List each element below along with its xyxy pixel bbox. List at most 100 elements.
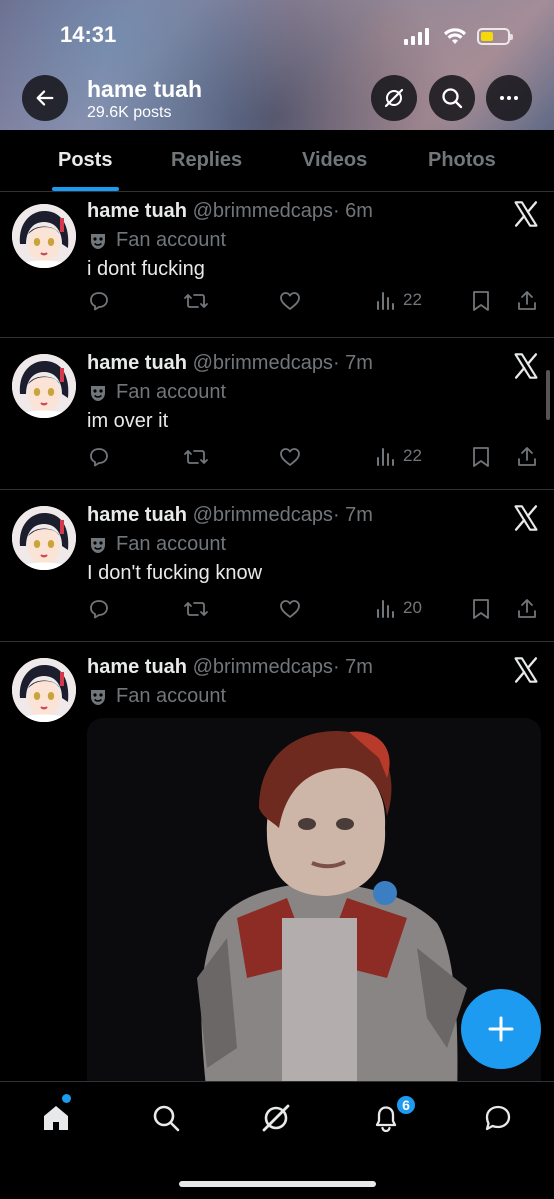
avatar-image (12, 658, 76, 722)
notifications-badge: 6 (395, 1094, 417, 1116)
more-icon (500, 96, 518, 100)
views-button[interactable]: 22 (375, 289, 422, 311)
post-time: · 7m (332, 504, 373, 526)
home-indicator[interactable] (179, 1181, 376, 1187)
grok-icon (262, 1104, 290, 1132)
heart-icon (280, 448, 300, 466)
author-name[interactable]: hame tuah (87, 352, 187, 374)
author-handle[interactable]: @brimmedcaps (193, 352, 333, 374)
grok-button[interactable] (371, 75, 417, 121)
avatar[interactable] (12, 658, 76, 722)
repost-button[interactable] (183, 445, 209, 469)
author-name[interactable]: hame tuah (87, 200, 187, 222)
fan-account-text: Fan account (116, 685, 227, 707)
author-handle[interactable]: @brimmedcaps (193, 656, 333, 678)
share-icon (518, 447, 536, 466)
x-logo-icon (514, 505, 538, 531)
post-time: · 7m (332, 656, 373, 678)
avatar-image (12, 506, 76, 570)
repost-icon (184, 602, 208, 616)
reply-button[interactable] (87, 289, 111, 313)
reply-button[interactable] (87, 445, 111, 469)
fan-account-text: Fan account (116, 381, 227, 403)
compose-post-button[interactable] (461, 989, 541, 1069)
theater-mask-icon (91, 385, 105, 401)
profile-title-block: hame tuah 29.6K posts (87, 76, 202, 122)
x-logo-icon (514, 201, 538, 227)
bookmark-button[interactable] (470, 445, 492, 469)
x-logo-icon (514, 353, 538, 379)
post-item[interactable]: hame tuah @brimmedcaps· 7m Fan account I… (0, 490, 554, 642)
avatar[interactable] (12, 204, 76, 268)
scrollbar[interactable] (546, 370, 550, 420)
reply-icon (90, 600, 108, 619)
view-count: 22 (403, 290, 422, 309)
fan-account-text: Fan account (116, 533, 227, 555)
like-button[interactable] (278, 597, 302, 621)
author-name[interactable]: hame tuah (87, 656, 187, 678)
bookmark-button[interactable] (470, 289, 492, 313)
author-name[interactable]: hame tuah (87, 504, 187, 526)
view-count: 20 (403, 598, 422, 617)
share-button[interactable] (515, 289, 539, 313)
avatar[interactable] (12, 354, 76, 418)
active-tab-indicator (52, 187, 119, 191)
post-header: hame tuah @brimmedcaps· 7m (87, 352, 373, 375)
nav-explore[interactable] (148, 1100, 184, 1136)
home-icon (44, 1106, 68, 1130)
author-handle[interactable]: @brimmedcaps (193, 504, 333, 526)
theater-mask-icon (91, 233, 105, 249)
post-header: hame tuah @brimmedcaps· 6m (87, 200, 373, 223)
post-item[interactable]: hame tuah @brimmedcaps· 7m Fan account i… (0, 338, 554, 490)
nav-grok[interactable] (258, 1100, 294, 1136)
views-button[interactable]: 20 (375, 597, 422, 619)
bookmark-button[interactable] (470, 597, 492, 621)
fan-account-label: Fan account (88, 381, 226, 404)
fan-account-label: Fan account (88, 685, 226, 708)
repost-button[interactable] (183, 289, 209, 313)
author-handle[interactable]: @brimmedcaps (193, 200, 333, 222)
battery-icon (477, 28, 513, 45)
post-text: I don't fucking know (87, 562, 263, 584)
repost-button[interactable] (183, 597, 209, 621)
post-header: hame tuah @brimmedcaps· 7m (87, 656, 373, 679)
tab-videos[interactable]: Videos (302, 149, 367, 172)
repost-icon (184, 450, 208, 464)
heart-icon (280, 600, 300, 618)
theater-mask-icon (91, 537, 105, 553)
nav-home[interactable] (38, 1100, 74, 1136)
tab-photos[interactable]: Photos (428, 149, 496, 172)
tab-replies[interactable]: Replies (171, 149, 242, 172)
wifi-icon (444, 28, 466, 44)
grok-icon (384, 88, 404, 108)
like-button[interactable] (278, 289, 302, 313)
back-button[interactable] (22, 75, 68, 121)
avatar[interactable] (12, 506, 76, 570)
repost-icon (184, 294, 208, 308)
views-button[interactable]: 22 (375, 445, 422, 467)
view-count: 22 (403, 446, 422, 465)
like-button[interactable] (278, 445, 302, 469)
nav-messages[interactable] (480, 1100, 516, 1136)
cellular-signal-icon (404, 28, 429, 45)
bookmark-icon (473, 599, 489, 619)
plus-icon (488, 1016, 514, 1042)
reply-icon (90, 448, 108, 467)
share-button[interactable] (515, 597, 539, 621)
bookmark-icon (473, 291, 489, 311)
bookmark-icon (473, 447, 489, 467)
status-time: 14:31 (60, 22, 117, 47)
reply-button[interactable] (87, 597, 111, 621)
post-item[interactable]: hame tuah @brimmedcaps· 6m Fan account i… (0, 192, 554, 338)
search-button[interactable] (429, 75, 475, 121)
share-button[interactable] (515, 445, 539, 469)
profile-name: hame tuah (87, 76, 203, 102)
post-actions: 20 (87, 597, 542, 627)
fan-account-text: Fan account (116, 229, 227, 251)
post-actions: 22 (87, 289, 542, 319)
tab-posts[interactable]: Posts (58, 149, 112, 172)
views-icon (377, 448, 394, 466)
post-time: · 6m (332, 200, 373, 222)
more-button[interactable] (486, 75, 532, 121)
post-time: · 7m (332, 352, 373, 374)
